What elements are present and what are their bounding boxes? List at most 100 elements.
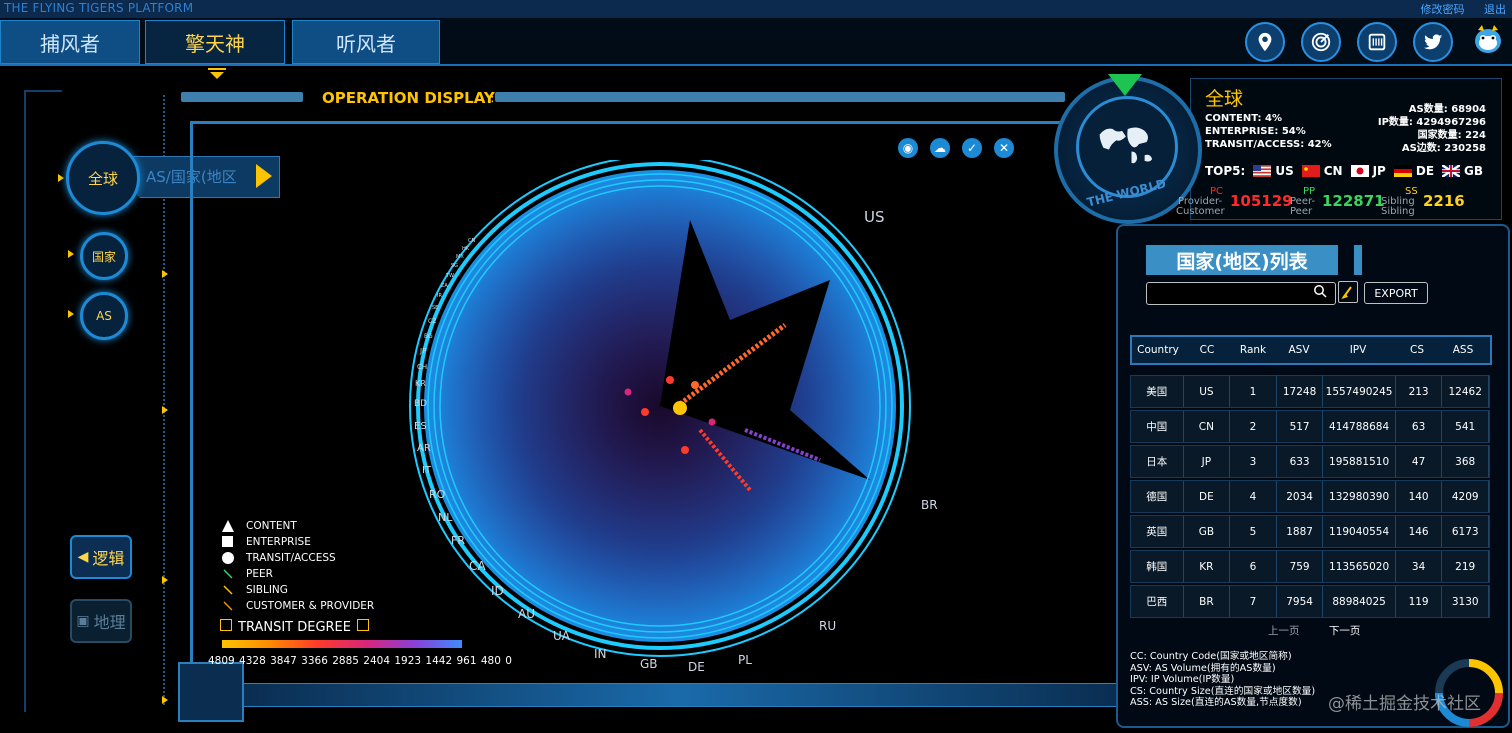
table-row[interactable]: 日本 JP 3 633 195881510 47 368: [1130, 445, 1490, 478]
country-label-ua: UA: [553, 629, 570, 643]
table-cell: 2034: [1277, 481, 1324, 512]
transit-degree-label: TRANSIT DEGREE: [238, 620, 351, 635]
scope-global-button[interactable]: 全球: [66, 141, 140, 215]
as-topology-radial-chart[interactable]: [400, 160, 920, 680]
core-node[interactable]: [708, 418, 716, 426]
operation-display-title: OPERATION DISPLAY: [322, 89, 495, 107]
table-cell: 414788684: [1323, 411, 1396, 442]
legend-transit: TRANSIT/ACCESS: [246, 552, 336, 564]
col-ass[interactable]: ASS: [1440, 344, 1486, 356]
country-label-cz: CZ: [428, 318, 437, 325]
top5-us: US: [1275, 164, 1294, 178]
triangle-icon: [220, 520, 236, 532]
table-cell: 633: [1277, 446, 1324, 477]
check-tool-icon[interactable]: ✓: [962, 138, 982, 158]
table-row[interactable]: 巴西 BR 7 7954 88984025 119 3130: [1130, 585, 1490, 618]
table-cell: 7: [1230, 586, 1277, 617]
sibling-line-icon: [220, 584, 236, 596]
watermark: @稀土掘金技术社区: [1328, 694, 1481, 714]
col-ipv[interactable]: IPV: [1322, 344, 1394, 356]
top-header-bar: [0, 0, 1512, 19]
table-cell: 759: [1277, 551, 1324, 582]
col-rank[interactable]: Rank: [1230, 344, 1276, 356]
globe-tool-icon[interactable]: ◉: [898, 138, 918, 158]
top5-cn: CN: [1323, 164, 1343, 178]
twitter-icon[interactable]: [1413, 22, 1453, 62]
cloud-tool-icon[interactable]: ☁: [930, 138, 950, 158]
table-cell: 113565020: [1323, 551, 1396, 582]
table-cell: 17248: [1277, 376, 1324, 407]
frame-icon: ▣: [76, 613, 90, 629]
table-row[interactable]: 英国 GB 5 1887 119040554 146 6173: [1130, 515, 1490, 548]
change-password-link[interactable]: 修改密码: [1421, 3, 1465, 16]
country-label-ca: CA: [469, 559, 486, 573]
flag-gb-icon: [1442, 165, 1461, 177]
location-icon[interactable]: [1245, 22, 1285, 62]
table-row[interactable]: 德国 DE 4 2034 132980390 140 4209: [1130, 480, 1490, 513]
country-search-input[interactable]: [1146, 282, 1336, 305]
table-cell: 1557490245: [1323, 376, 1396, 407]
core-node[interactable]: [641, 408, 649, 416]
geo-view-button[interactable]: ▣ 地理: [70, 599, 132, 643]
stat-content: CONTENT: 4%: [1205, 113, 1282, 124]
core-node[interactable]: [624, 388, 632, 396]
prev-page-link[interactable]: 上一页: [1268, 625, 1300, 637]
col-country[interactable]: Country: [1132, 344, 1184, 356]
col-asv[interactable]: ASV: [1276, 344, 1322, 356]
logic-view-button[interactable]: ◀ 逻辑: [70, 535, 132, 579]
legend-content: CONTENT: [246, 520, 297, 532]
peer-line-icon: [220, 568, 236, 580]
scope-as-button[interactable]: AS: [80, 292, 128, 340]
legend-enterprise: ENTERPRISE: [246, 536, 311, 548]
country-label-sg: SG: [451, 263, 459, 269]
core-node[interactable]: [673, 401, 687, 415]
router-icon[interactable]: [1357, 22, 1397, 62]
flag-de-icon: [1393, 165, 1412, 177]
country-label-mx: MX: [456, 254, 464, 260]
country-list-title: 国家(地区)列表: [1146, 245, 1338, 275]
table-row[interactable]: 中国 CN 2 517 414788684 63 541: [1130, 410, 1490, 443]
table-cell: 12462: [1442, 376, 1489, 407]
target-icon[interactable]: [1301, 22, 1341, 62]
logout-link[interactable]: 退出: [1484, 3, 1506, 16]
op-header-bar-right: [495, 92, 1065, 102]
table-row[interactable]: 美国 US 1 17248 1557490245 213 12462: [1130, 375, 1490, 408]
legend-sibling: SIBLING: [246, 584, 288, 596]
search-icon[interactable]: [1313, 284, 1327, 298]
table-cell: 63: [1396, 411, 1443, 442]
col-cc[interactable]: CC: [1184, 344, 1230, 356]
core-node[interactable]: [681, 446, 689, 454]
tab-catcher[interactable]: 捕风者: [0, 20, 140, 64]
table-cell: 88984025: [1323, 586, 1396, 617]
core-node[interactable]: [666, 376, 674, 384]
country-label-hk: HK: [462, 246, 470, 252]
flag-us-icon: [1253, 165, 1272, 177]
country-label-br: BR: [921, 498, 938, 512]
table-cell: 541: [1442, 411, 1489, 442]
table-row[interactable]: 韩国 KR 6 759 113565020 34 219: [1130, 550, 1490, 583]
mascot-icon[interactable]: [1472, 22, 1504, 56]
next-page-link[interactable]: 下一页: [1329, 625, 1361, 637]
close-tool-icon[interactable]: ✕: [994, 138, 1014, 158]
table-cell: 2: [1230, 411, 1277, 442]
legend-peer: PEER: [246, 568, 273, 580]
table-cell: 34: [1396, 551, 1443, 582]
pp-label2: Peer: [1290, 206, 1313, 217]
chart-legend: CONTENT ENTERPRISE TRANSIT/ACCESS PEER S…: [220, 518, 374, 614]
tab-atlas[interactable]: 擎天神: [145, 20, 285, 64]
table-cell: 132980390: [1323, 481, 1396, 512]
column-notes: CC: Country Code(国家或地区简称) ASV: AS Volume…: [1130, 651, 1315, 709]
table-cell: 1887: [1277, 516, 1324, 547]
export-button[interactable]: EXPORT: [1364, 282, 1428, 304]
country-label-pl: PL: [738, 653, 752, 667]
core-node[interactable]: [691, 381, 699, 389]
active-tab-indicator-icon: [208, 68, 226, 79]
main-display-corner: [178, 662, 244, 722]
note-cc: CC: Country Code(国家或地区简称): [1130, 651, 1292, 662]
geo-view-label: 地理: [93, 613, 126, 632]
col-cs[interactable]: CS: [1394, 344, 1440, 356]
tab-listener[interactable]: 听风者: [292, 20, 440, 64]
country-label-fr: FR: [451, 534, 465, 547]
clear-filter-button[interactable]: [1338, 281, 1358, 303]
scope-country-button[interactable]: 国家: [80, 232, 128, 280]
